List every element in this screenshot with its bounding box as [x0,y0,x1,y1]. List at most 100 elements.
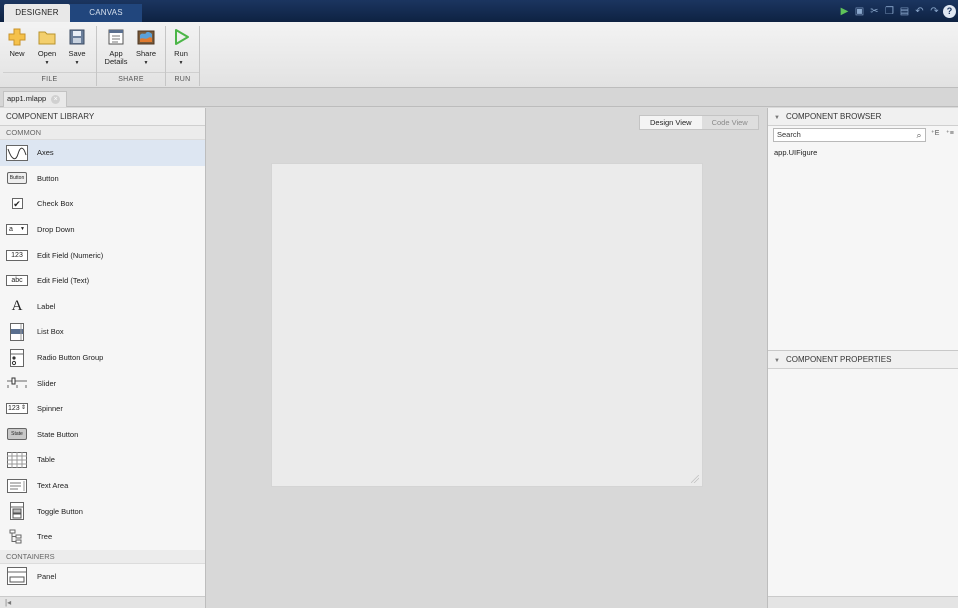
component-library-header: COMPONENT LIBRARY [0,108,205,126]
tab-canvas[interactable]: CANVAS [70,4,142,22]
radio-group-icon [6,348,28,367]
component-browser-header[interactable]: ▼ COMPONENT BROWSER [768,108,958,126]
library-item-state-button[interactable]: State State Button [0,422,205,448]
library-item-table[interactable]: Table [0,447,205,473]
section-common: COMMON [0,126,205,140]
tab-designer[interactable]: DESIGNER [4,4,70,22]
library-item-radio-group[interactable]: Radio Button Group [0,345,205,371]
app-details-button[interactable]: App Details [102,27,130,66]
library-item-dropdown[interactable]: a ▼ Drop Down [0,217,205,243]
open-label: Open [37,49,57,58]
collapse-triangle-icon[interactable]: ▼ [774,358,780,364]
component-properties-header[interactable]: ▼ COMPONENT PROPERTIES [768,351,958,369]
library-item-label: Radio Button Group [37,353,104,363]
share-button[interactable]: Share ▼ [132,27,160,67]
cut-icon[interactable]: ✂ [868,5,881,18]
search-icon[interactable]: ⌕ [914,129,924,141]
library-item-edit-field-text[interactable]: abc Edit Field (Text) [0,268,205,294]
undo-icon[interactable]: ↶ [913,5,926,18]
sort-icon[interactable]: ⁺E [931,129,939,137]
run-button[interactable]: Run ▼ [168,27,194,67]
document-tab-bar: app1.mlapp × [0,88,958,107]
updown-icon: ⇕ [20,405,26,412]
open-button[interactable]: Open ▼ [34,27,60,67]
close-icon[interactable]: × [51,94,61,104]
text-icon-text: abc [6,275,28,287]
section-label-share: SHARE [118,76,144,83]
dropdown-icon-text: a [9,226,13,234]
quick-access-toolbar: ▶ ▣ ✂ ❐ ▤ ↶ ↷ ? [838,3,956,19]
code-view-button[interactable]: Code View [702,116,758,129]
library-item-button[interactable]: Button Button [0,166,205,192]
save-button[interactable]: Save ▼ [64,27,90,67]
library-item-label: Check Box [37,199,74,209]
checkbox-icon: ✔ [6,195,28,213]
redo-icon[interactable]: ↷ [928,5,941,18]
section-divider [199,26,200,86]
copy-icon[interactable]: ❐ [883,5,896,18]
library-item-spinner[interactable]: 123 ⇕ Spinner [0,396,205,422]
dropdown-icon: a ▼ [6,221,28,239]
library-item-label: Edit Field (Text) [37,276,90,286]
state-button-icon: State [6,425,28,443]
section-containers: CONTAINERS [0,549,205,564]
new-label: New [9,49,25,58]
library-item-label: State Button [37,429,79,439]
resize-grip-icon[interactable] [691,475,699,483]
collapse-triangle-icon[interactable]: ▼ [774,115,780,121]
chevron-down-icon: ▼ [44,60,50,66]
right-panel: ▼ COMPONENT BROWSER Search ⌕ ⁺E ⁺≡ app.UI… [767,108,958,608]
library-item-listbox[interactable]: List Box [0,319,205,345]
run-play-icon [171,27,191,47]
label-icon: A [6,297,28,315]
library-item-panel[interactable]: Panel [0,564,205,590]
library-item-label: List Box [37,327,64,337]
document-tab[interactable]: app1.mlapp × [3,91,68,107]
library-item-label: Slider [37,378,57,388]
library-item-edit-field-numeric[interactable]: 123 Edit Field (Numeric) [0,242,205,268]
panel-icon [6,567,28,586]
chevron-down-icon: ▼ [178,60,184,66]
library-item-slider[interactable]: Slider [0,370,205,396]
checkmark-icon: ✔ [11,198,23,210]
help-icon[interactable]: ? [943,4,956,18]
table-icon [6,451,28,469]
search-input[interactable]: Search [773,128,926,142]
library-item-label: Edit Field (Numeric) [37,250,104,260]
section-label-run: RUN [174,76,191,83]
run-icon[interactable]: ▶ [838,5,851,18]
run-label: Run [174,49,188,58]
horizontal-scrollbar[interactable]: |◂ [0,596,205,608]
library-item-checkbox[interactable]: ✔ Check Box [0,191,205,217]
listbox-icon [6,322,28,341]
library-item-label: Drop Down [37,225,75,235]
axes-icon [6,144,28,162]
slider-icon [6,374,28,392]
library-item-label: Axes [37,148,54,158]
button-icon: Button [6,169,28,187]
library-item-label: Panel [37,571,57,581]
component-library: COMPONENT LIBRARY COMMON Axes Button But… [0,108,206,608]
tree-view-icon[interactable]: ⁺≡ [946,129,954,137]
spinner-icon-text: 123 [8,405,20,413]
library-item-label-component[interactable]: A Label [0,294,205,320]
library-item-axes[interactable]: Axes [0,140,205,166]
ui-figure-canvas[interactable] [271,163,703,487]
button-icon-text: Button [6,172,28,185]
design-view-button[interactable]: Design View [640,116,702,129]
library-item-tree[interactable]: Tree [0,524,205,550]
tree-icon [6,528,28,546]
horizontal-scrollbar[interactable] [768,596,958,608]
tree-item-uifigure[interactable]: app.UIFigure [774,148,817,157]
save-icon[interactable]: ▣ [853,5,866,18]
design-canvas: Design View Code View [206,108,767,608]
new-button[interactable]: New [5,27,29,58]
library-item-text-area[interactable]: Text Area [0,473,205,499]
chevron-down-icon: ▼ [74,60,80,66]
document-tab-label: app1.mlapp [7,94,47,103]
library-item-toggle-button[interactable]: Toggle Button [0,498,205,524]
folder-icon [37,27,57,47]
app-details-label-line2: Details [104,57,128,66]
paste-icon[interactable]: ▤ [898,5,911,18]
toolstrip: New Open ▼ Save ▼ App Details Share ▼ Ru… [0,22,958,88]
